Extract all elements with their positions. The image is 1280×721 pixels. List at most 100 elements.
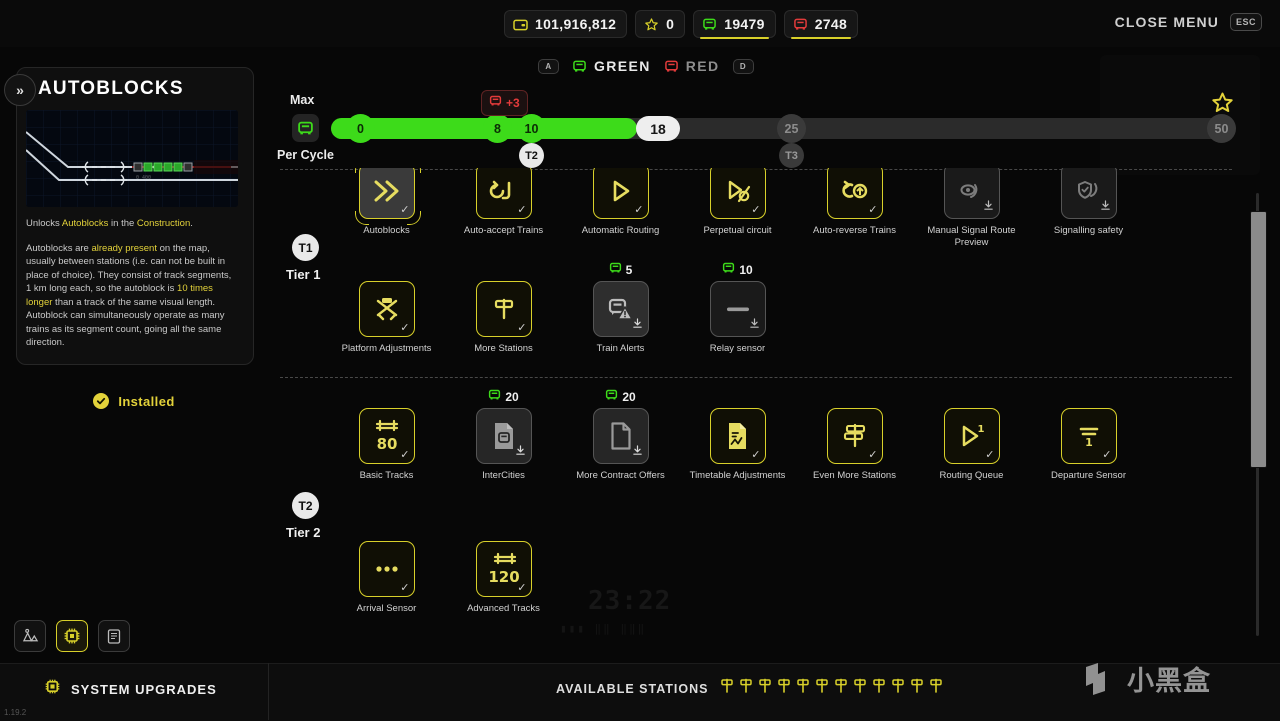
chip-icon <box>44 678 61 700</box>
upgrade-tile[interactable] <box>709 281 766 337</box>
resource-stars[interactable]: 0 <box>635 10 686 38</box>
tier-label-t1: Tier 1 <box>286 267 321 282</box>
svg-text:80: 80 <box>376 435 397 453</box>
slider-stop-10[interactable]: 10 <box>517 114 546 143</box>
upgrade-timetable-adjustments[interactable]: ✓ Timetable Adjustments <box>679 408 796 482</box>
signpost-icon[interactable] <box>834 678 848 699</box>
signpost-icon[interactable] <box>720 678 734 699</box>
upgrade-basic-tracks[interactable]: 80 ✓ Basic Tracks <box>328 408 445 482</box>
slider-stop-25[interactable]: 25 <box>777 114 806 143</box>
tier-marker-t2[interactable]: T2 <box>519 143 544 168</box>
upgrade-tile[interactable]: 80 ✓ <box>358 408 415 464</box>
upgrade-automatic-routing[interactable]: ✓ Automatic Routing <box>562 168 679 237</box>
bottom-bar-divider <box>268 663 269 720</box>
signpost-icon[interactable] <box>929 678 943 699</box>
tab-green[interactable]: GREEN <box>572 58 651 74</box>
upgrade-advanced-tracks[interactable]: 120 ✓ Advanced Tracks <box>445 541 562 615</box>
upgrade-label: More Contract Offers <box>576 470 665 481</box>
upgrade-tile[interactable]: ✓ <box>354 168 421 225</box>
upgrade-more-contract-offers[interactable]: 20 More Contract Offers <box>562 389 679 482</box>
upgrade-perpetual-circuit[interactable]: ✓ Perpetual circuit <box>679 168 796 237</box>
upgrade-tile[interactable] <box>943 168 1000 219</box>
cost-value: 20 <box>505 390 519 404</box>
sidebar-item-journal[interactable] <box>98 620 130 652</box>
upgrade-tile[interactable]: ✓ <box>826 168 883 219</box>
cost-value: 20 <box>622 390 636 404</box>
upgrade-label: Basic Tracks <box>359 470 414 481</box>
upgrade-tile[interactable]: 1 ✓ <box>943 408 1000 464</box>
slider-stop-8[interactable]: 8 <box>483 114 512 143</box>
close-menu-button[interactable]: CLOSE MENU ESC <box>1115 13 1262 31</box>
upgrade-tile[interactable]: ✓ <box>709 168 766 219</box>
signpost-icon[interactable] <box>910 678 924 699</box>
upgrade-tile[interactable]: ✓ <box>358 281 415 337</box>
svg-text:1: 1 <box>977 424 984 435</box>
signpost-icon[interactable] <box>796 678 810 699</box>
upgrade-tile[interactable] <box>592 408 649 464</box>
upgrade-tile[interactable] <box>475 408 532 464</box>
upgrade-tile[interactable]: ✓ <box>709 408 766 464</box>
upgrade-signalling-safety[interactable]: Signalling safety <box>1030 168 1147 237</box>
upgrade-arrival-sensor[interactable]: ✓ Arrival Sensor <box>328 541 445 615</box>
sidebar-item-system-upgrades[interactable] <box>56 620 88 652</box>
signpost-icon[interactable] <box>853 678 867 699</box>
slider-stop-50[interactable]: 50 <box>1207 114 1236 143</box>
signpost-icon[interactable] <box>758 678 772 699</box>
tier-marker-t3[interactable]: T3 <box>779 143 804 168</box>
upgrade-auto-accept-trains[interactable]: ✓ Auto-accept Trains <box>445 168 562 237</box>
upgrade-tile[interactable] <box>592 281 649 337</box>
svg-text:1: 1 <box>1085 436 1093 449</box>
status-badge: Installed <box>0 393 268 409</box>
resource-red-trains[interactable]: 2748 <box>783 10 859 39</box>
owned-check-icon: ✓ <box>1102 449 1112 461</box>
upgrade-auto-reverse-trains[interactable]: ✓ Auto-reverse Trains <box>796 168 913 237</box>
auto-accept-icon <box>489 180 510 200</box>
upgrade-label: Automatic Routing <box>581 225 660 236</box>
star-icon <box>644 17 659 31</box>
resource-money[interactable]: 101,916,812 <box>504 10 628 38</box>
sidebar-item-construction[interactable] <box>14 620 46 652</box>
key-a[interactable]: A <box>538 58 559 74</box>
key-d[interactable]: D <box>732 58 754 74</box>
upgrade-label: Manual Signal Route Preview <box>927 225 1016 248</box>
owned-check-icon: ✓ <box>400 449 410 461</box>
upgrade-label: Advanced Tracks <box>467 603 540 614</box>
signpost-icon[interactable] <box>815 678 829 699</box>
slider-stop-0[interactable]: 0 <box>346 114 375 143</box>
signpost-icon[interactable] <box>777 678 791 699</box>
signpost-icon[interactable] <box>739 678 753 699</box>
tab-red[interactable]: RED <box>664 58 720 74</box>
max-per-cycle-slider[interactable]: 0 8 10 25 50 18 <box>331 114 1236 143</box>
svg-text:0 400: 0 400 <box>136 175 151 181</box>
upgrade-tile[interactable]: 1 ✓ <box>1060 408 1117 464</box>
slider-current-value[interactable]: 18 <box>636 116 680 141</box>
upgrade-platform-adjustments[interactable]: ✓ Platform Adjustments <box>328 281 445 355</box>
owned-check-icon: ✓ <box>634 204 644 216</box>
upgrade-tile[interactable] <box>1060 168 1117 219</box>
signpost-icon[interactable] <box>872 678 886 699</box>
train-red-icon <box>489 94 502 112</box>
row-divider <box>280 377 1232 378</box>
upgrade-tile[interactable]: 120 ✓ <box>475 541 532 597</box>
upgrade-train-alerts[interactable]: 5 Train Alerts <box>562 262 679 355</box>
upgrade-cost: 20 <box>605 388 636 406</box>
collapse-panel-button[interactable]: » <box>4 74 36 106</box>
upgrade-tile[interactable]: ✓ <box>826 408 883 464</box>
upgrade-tile[interactable]: ✓ <box>475 168 532 219</box>
upgrade-more-stations[interactable]: ✓ More Stations <box>445 281 562 355</box>
tracks-80-icon: 80 <box>375 419 398 453</box>
upgrade-routing-queue[interactable]: 1 ✓ Routing Queue <box>913 408 1030 482</box>
upgrade-even-more-stations[interactable]: ✓ Even More Stations <box>796 408 913 482</box>
upgrade-tile[interactable]: ✓ <box>358 541 415 597</box>
upgrade-relay-sensor[interactable]: 10 Relay sensor <box>679 262 796 355</box>
upgrade-autoblocks[interactable]: ✓ Autoblocks <box>328 168 445 237</box>
scrollbar-thumb[interactable] <box>1250 211 1267 468</box>
slider-max-label: Max <box>290 93 315 107</box>
resource-green-trains[interactable]: 19479 <box>693 10 776 39</box>
upgrade-tile[interactable]: ✓ <box>475 281 532 337</box>
signpost-icon[interactable] <box>891 678 905 699</box>
upgrade-manual-signal-route-preview[interactable]: Manual Signal Route Preview <box>913 168 1030 249</box>
upgrade-tile[interactable]: ✓ <box>592 168 649 219</box>
upgrade-departure-sensor[interactable]: 1 ✓ Departure Sensor <box>1030 408 1147 482</box>
upgrade-intercities[interactable]: 20 InterCities <box>445 389 562 482</box>
